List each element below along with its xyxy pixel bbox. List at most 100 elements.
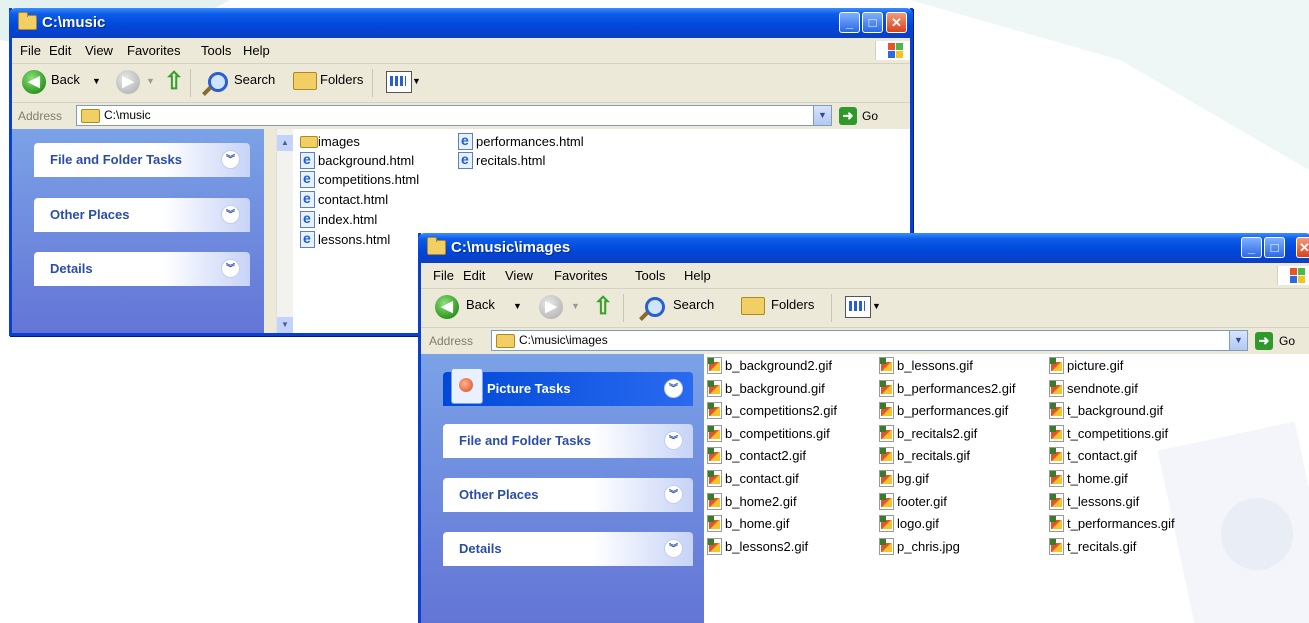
address-value: C:\music\images <box>519 333 608 347</box>
folders-button[interactable]: Folders <box>771 297 814 312</box>
address-dropdown-icon[interactable]: ▼ <box>1229 331 1247 350</box>
folders-button[interactable]: Folders <box>320 72 363 87</box>
separator <box>831 294 832 322</box>
go-icon[interactable]: ➜ <box>1255 332 1273 350</box>
forward-icon[interactable]: ▶ <box>116 70 140 94</box>
maximize-button[interactable]: □ <box>862 12 883 33</box>
task-label: Picture Tasks <box>487 381 571 396</box>
gif-file-icon <box>707 424 722 442</box>
address-bar: Address C:\music\images ▼ ➜ Go <box>421 328 1309 354</box>
menu-file[interactable]: File <box>433 268 454 283</box>
menu-view[interactable]: View <box>505 268 533 283</box>
search-button[interactable]: Search <box>673 297 714 312</box>
folder-icon <box>300 136 318 148</box>
task-details[interactable]: Details ︾ <box>34 252 250 286</box>
gif-file-icon <box>879 537 894 555</box>
maximize-icon: □ <box>1270 240 1279 255</box>
task-pane: Picture Tasks ︾ File and Folder Tasks ︾ … <box>421 354 704 623</box>
back-dropdown-icon[interactable]: ▼ <box>92 76 101 86</box>
toolbar: ◀ Back ▼ ▶ ▼ ⇧ Search Folders ▼ <box>12 64 910 103</box>
minimize-button[interactable]: _ <box>839 12 860 33</box>
search-button[interactable]: Search <box>234 72 275 87</box>
maximize-button[interactable]: □ <box>1264 237 1285 258</box>
menu-tools[interactable]: Tools <box>201 43 231 58</box>
address-bar: Address C:\music ▼ ➜ Go <box>12 103 910 129</box>
go-icon[interactable]: ➜ <box>839 107 857 125</box>
menu-edit[interactable]: Edit <box>49 43 71 58</box>
back-dropdown-icon[interactable]: ▼ <box>513 301 522 311</box>
chevron-down-icon[interactable]: ︾ <box>221 205 240 224</box>
chevron-up-icon[interactable]: ︾ <box>664 379 683 398</box>
address-input[interactable]: C:\music ▼ <box>76 105 832 126</box>
forward-dropdown-icon[interactable]: ▼ <box>571 301 580 311</box>
go-button[interactable]: Go <box>862 109 878 123</box>
menu-bar: File Edit View Favorites Tools Help <box>12 38 910 64</box>
gif-file-icon <box>1049 492 1064 510</box>
html-file-icon <box>300 210 315 228</box>
task-picture[interactable]: Picture Tasks ︾ <box>443 368 693 406</box>
title-bar[interactable]: C:\music _ □ ✕ <box>9 8 913 38</box>
close-button[interactable]: ✕ <box>1296 237 1309 258</box>
forward-icon[interactable]: ▶ <box>539 295 563 319</box>
chevron-down-icon[interactable]: ︾ <box>664 485 683 504</box>
menu-help[interactable]: Help <box>684 268 711 283</box>
gif-file-icon <box>1049 402 1064 420</box>
gif-file-icon <box>707 515 722 533</box>
back-button[interactable]: Back <box>51 72 80 87</box>
folders-icon[interactable] <box>741 297 765 315</box>
folders-icon[interactable] <box>293 72 317 90</box>
separator <box>623 294 624 322</box>
up-icon[interactable]: ⇧ <box>593 294 613 320</box>
menu-file[interactable]: File <box>20 43 41 58</box>
folder-icon <box>18 12 37 30</box>
task-other-places[interactable]: Other Places ︾ <box>34 198 250 232</box>
scroll-up-icon[interactable]: ▲ <box>277 135 293 151</box>
task-pane: File and Folder Tasks ︾ Other Places ︾ D… <box>12 129 264 333</box>
scroll-down-icon[interactable]: ▼ <box>277 317 293 333</box>
forward-dropdown-icon[interactable]: ▼ <box>146 76 155 86</box>
search-icon[interactable] <box>645 297 665 317</box>
html-file-icon <box>300 190 315 208</box>
menu-favorites[interactable]: Favorites <box>554 268 607 283</box>
views-dropdown-icon[interactable]: ▼ <box>872 301 881 311</box>
gif-file-icon <box>879 447 894 465</box>
chevron-down-icon[interactable]: ︾ <box>664 539 683 558</box>
task-details[interactable]: Details ︾ <box>443 532 693 566</box>
back-button[interactable]: Back <box>466 297 495 312</box>
views-dropdown-icon[interactable]: ▼ <box>412 76 421 86</box>
window-music-images[interactable]: C:\music\images _ □ ✕ File Edit View Fav… <box>418 233 1309 623</box>
chevron-down-icon[interactable]: ︾ <box>664 431 683 450</box>
close-icon: ✕ <box>891 15 902 30</box>
back-icon[interactable]: ◀ <box>22 70 46 94</box>
views-icon[interactable] <box>386 71 412 93</box>
vertical-scrollbar[interactable]: ▲ ▼ <box>276 129 293 333</box>
address-dropdown-icon[interactable]: ▼ <box>813 106 831 125</box>
chevron-down-icon[interactable]: ︾ <box>221 259 240 278</box>
go-button[interactable]: Go <box>1279 334 1295 348</box>
maximize-icon: □ <box>868 15 877 30</box>
chevron-down-icon[interactable]: ︾ <box>221 150 240 169</box>
back-icon[interactable]: ◀ <box>435 295 459 319</box>
task-file-folder[interactable]: File and Folder Tasks ︾ <box>34 143 250 177</box>
menu-view[interactable]: View <box>85 43 113 58</box>
close-button[interactable]: ✕ <box>886 12 907 33</box>
html-file-icon <box>458 151 473 169</box>
gif-file-icon <box>1049 470 1064 487</box>
up-icon[interactable]: ⇧ <box>164 69 184 95</box>
task-label: File and Folder Tasks <box>459 433 591 448</box>
address-label: Address <box>18 109 63 123</box>
address-input[interactable]: C:\music\images ▼ <box>491 330 1248 351</box>
views-icon[interactable] <box>845 296 871 318</box>
menu-favorites[interactable]: Favorites <box>127 43 180 58</box>
search-icon[interactable] <box>208 72 228 92</box>
task-file-folder[interactable]: File and Folder Tasks ︾ <box>443 424 693 458</box>
task-other-places[interactable]: Other Places ︾ <box>443 478 693 512</box>
address-label: Address <box>429 334 474 348</box>
menu-tools[interactable]: Tools <box>635 268 665 283</box>
title-bar[interactable]: C:\music\images _ □ ✕ <box>418 233 1309 263</box>
gif-file-icon <box>707 402 722 420</box>
folder-icon <box>427 237 446 255</box>
minimize-button[interactable]: _ <box>1241 237 1262 258</box>
menu-edit[interactable]: Edit <box>463 268 485 283</box>
menu-help[interactable]: Help <box>243 43 270 58</box>
